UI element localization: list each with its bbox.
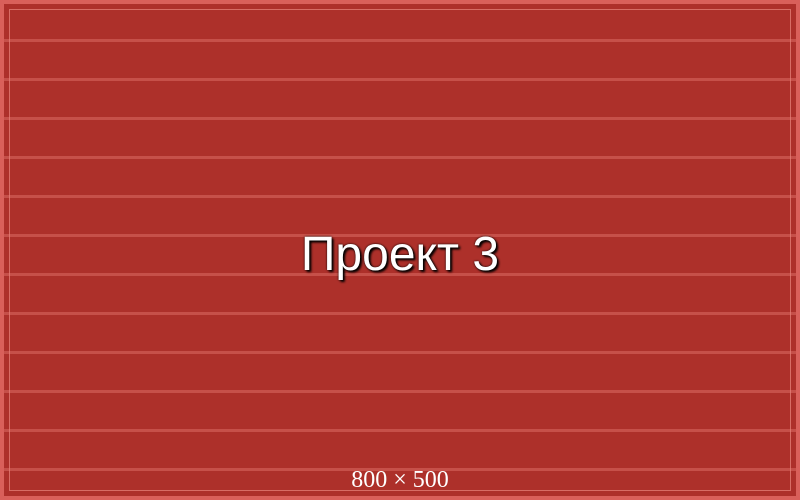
stripe-line (4, 351, 796, 354)
stripe-line (4, 39, 796, 42)
placeholder-image: Проект 3 800 × 500 (0, 0, 800, 500)
stripe-line (4, 78, 796, 81)
stripe-line (4, 195, 796, 198)
placeholder-title: Проект 3 (300, 228, 500, 281)
stripe-line (4, 390, 796, 393)
stripe-line (4, 429, 796, 432)
stripe-line (4, 117, 796, 120)
stripe-line (4, 156, 796, 159)
dimensions-label: 800 × 500 (351, 467, 449, 493)
stripe-line (4, 312, 796, 315)
